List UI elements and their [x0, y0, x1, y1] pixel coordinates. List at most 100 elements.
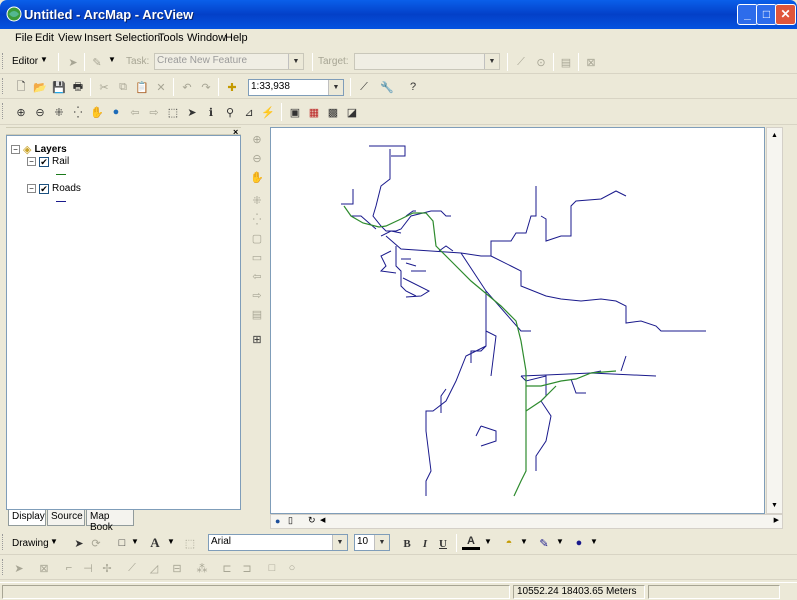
sketch-dropdown-icon[interactable]: ▼ [108, 55, 116, 64]
adv-tool-9-icon[interactable]: ⁂ [193, 559, 211, 577]
delete-icon[interactable]: ✕ [152, 78, 170, 96]
marker-color-icon[interactable]: ● [570, 534, 588, 552]
font-combo[interactable]: Arial ▼ [208, 534, 348, 551]
zoom-out-icon[interactable]: ⊖ [31, 103, 49, 121]
v-tool-3-icon[interactable]: ✋ [248, 168, 266, 186]
zoom-in-icon[interactable]: ⊕ [12, 103, 30, 121]
hyperlink-icon[interactable]: ⚡ [259, 103, 277, 121]
pan-hand-icon[interactable]: ✋ [88, 103, 106, 121]
v-tool-10-icon[interactable]: ▤ [248, 305, 266, 323]
menu-view[interactable]: View [58, 32, 82, 44]
toolbar-grip[interactable] [2, 559, 5, 575]
collapse-icon[interactable]: − [11, 145, 20, 154]
cut-icon[interactable]: ✂ [95, 78, 113, 96]
toolbar-grip[interactable] [2, 53, 5, 69]
magnifier-icon[interactable]: ▩ [324, 103, 342, 121]
v-tool-1-icon[interactable]: ⊕ [248, 130, 266, 148]
fixed-zoom-in-icon[interactable]: ⁜ [50, 103, 68, 121]
adv-tool-3-icon[interactable]: ⌐ [60, 559, 78, 577]
forward-extent-icon[interactable]: ⇨ [145, 103, 163, 121]
data-view-globe-icon[interactable]: ● [275, 516, 280, 526]
redo-icon[interactable]: ↷ [197, 78, 215, 96]
menu-file[interactable]: File [15, 32, 33, 44]
select-elements-icon[interactable]: ➤ [70, 534, 88, 552]
adv-tool-8-icon[interactable]: ⊟ [168, 559, 186, 577]
v-tool-5-icon[interactable]: ⁛ [248, 210, 266, 228]
font-color-dropdown-icon[interactable]: ▼ [484, 537, 492, 546]
map-canvas[interactable] [270, 127, 765, 514]
rail-visibility-checkbox[interactable]: ✔ [39, 156, 49, 167]
drawing-menu[interactable]: Drawing [12, 538, 49, 549]
rotate-tool-icon[interactable]: ⊙ [532, 53, 550, 71]
target-combo[interactable]: ▼ [354, 53, 500, 70]
adv-tool-10-icon[interactable]: ⊏ [218, 559, 236, 577]
tab-map-book[interactable]: Map Book [86, 510, 134, 533]
menu-help[interactable]: Help [225, 32, 248, 44]
font-size-combo[interactable]: 10 ▼ [354, 534, 390, 551]
drawing-dropdown-icon[interactable]: ▼ [50, 537, 58, 546]
layout-view-icon[interactable]: ▯ [288, 515, 293, 526]
fixed-zoom-out-icon[interactable]: ⁛ [69, 103, 87, 121]
v-tool-9-icon[interactable]: ⇨ [248, 286, 266, 304]
back-extent-icon[interactable]: ⇦ [126, 103, 144, 121]
rectangle-icon[interactable]: □ [113, 534, 131, 552]
line-color-pen-icon[interactable]: ✎ [535, 534, 553, 552]
scroll-up-arrow-icon[interactable]: ▲ [767, 128, 782, 143]
identify-icon[interactable]: ℹ [202, 103, 220, 121]
menu-tools[interactable]: Tools [158, 32, 184, 44]
new-text-icon[interactable]: ⬚ [181, 534, 199, 552]
shape-dropdown-icon[interactable]: ▼ [131, 537, 139, 546]
find-binoculars-icon[interactable]: ⚲ [221, 103, 239, 121]
menu-selection[interactable]: Selection [115, 32, 160, 44]
paste-icon[interactable]: 📋 [133, 78, 151, 96]
add-data-icon[interactable]: ✚ [223, 78, 241, 96]
text-tool-icon[interactable]: A [146, 534, 164, 552]
toc-layers-root[interactable]: − ◈ Layers [11, 143, 67, 156]
maximize-button[interactable]: □ [756, 4, 777, 25]
map-vertical-scrollbar[interactable]: ▲ ▼ [766, 127, 783, 514]
fill-color-bucket-icon[interactable]: ◓ [500, 534, 518, 552]
copy-icon[interactable]: ⧉ [114, 78, 132, 96]
refresh-icon[interactable]: ↻ [308, 515, 316, 526]
line-color-dropdown-icon[interactable]: ▼ [556, 537, 564, 546]
toc-layer-rail[interactable]: − ✔ Rail [27, 156, 69, 167]
map-tips-icon[interactable]: ▣ [286, 103, 304, 121]
adv-tool-4-icon[interactable]: ⊣ [79, 559, 97, 577]
v-tool-8-icon[interactable]: ⇦ [248, 267, 266, 285]
tab-source[interactable]: Source [47, 510, 85, 526]
full-extent-globe-icon[interactable]: ● [107, 103, 125, 121]
editor-menu[interactable]: Editor [12, 56, 38, 67]
scroll-right-arrow-icon[interactable]: ▶ [774, 516, 779, 524]
marker-color-dropdown-icon[interactable]: ▼ [590, 537, 598, 546]
tab-display[interactable]: Display [8, 510, 46, 526]
sketch-properties-icon[interactable]: ⊠ [582, 53, 600, 71]
print-icon[interactable]: 🖶 [69, 78, 87, 96]
arctoolbox-icon[interactable]: 🔧 [378, 78, 396, 96]
text-dropdown-icon[interactable]: ▼ [167, 537, 175, 546]
v-tool-11-icon[interactable]: ⊞ [248, 330, 266, 348]
adv-tool-5-icon[interactable]: ✢ [98, 559, 116, 577]
split-tool-icon[interactable]: ⟋ [512, 53, 530, 71]
v-tool-2-icon[interactable]: ⊖ [248, 149, 266, 167]
editor-toolbar-icon[interactable]: ⟋ [355, 78, 373, 96]
menu-edit[interactable]: Edit [35, 32, 54, 44]
scroll-down-arrow-icon[interactable]: ▼ [767, 498, 782, 513]
fill-color-dropdown-icon[interactable]: ▼ [520, 537, 528, 546]
new-document-icon[interactable]: 🗋 [12, 78, 30, 96]
v-tool-6-icon[interactable]: ▢ [248, 229, 266, 247]
measure-icon[interactable]: ⊿ [240, 103, 258, 121]
adv-tool-7-icon[interactable]: ◿ [145, 559, 163, 577]
map-horizontal-scrollbar[interactable]: ● ▯ ↻ ◀ ▶ [270, 514, 783, 529]
v-tool-7-icon[interactable]: ▭ [248, 248, 266, 266]
save-icon[interactable]: 💾 [50, 78, 68, 96]
viewer-icon[interactable]: ◪ [343, 103, 361, 121]
scroll-left-arrow-icon[interactable]: ◀ [320, 516, 325, 524]
adv-tool-1-icon[interactable]: ➤ [10, 559, 28, 577]
sketch-tool-icon[interactable]: ✎ [88, 53, 106, 71]
task-combo[interactable]: Create New Feature ▼ [154, 53, 304, 70]
adv-tool-11-icon[interactable]: ⊐ [238, 559, 256, 577]
adv-tool-12-icon[interactable]: □ [263, 559, 281, 577]
menu-window[interactable]: Window [187, 32, 226, 44]
bold-button[interactable]: B [398, 535, 416, 553]
attributes-icon[interactable]: ▤ [557, 53, 575, 71]
